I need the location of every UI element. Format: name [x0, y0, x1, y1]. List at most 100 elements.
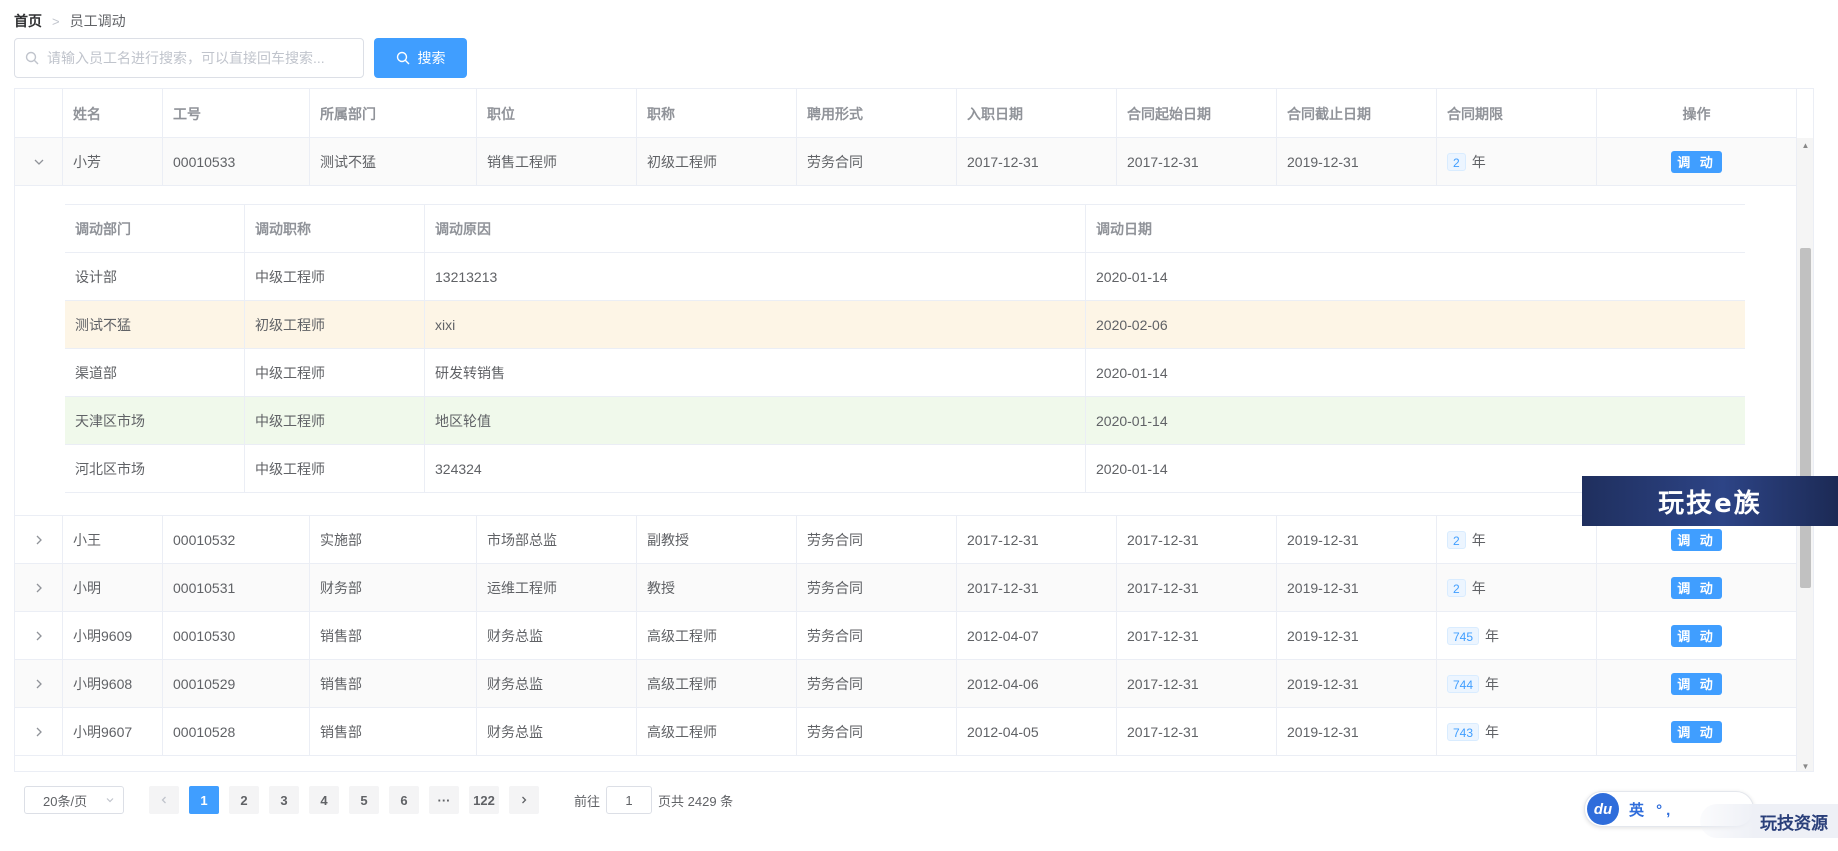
- cell-position: 财务总监: [477, 660, 637, 707]
- scrollbar-thumb[interactable]: [1800, 248, 1811, 588]
- transfer-button[interactable]: 调 动: [1671, 528, 1722, 551]
- column-header-join-date[interactable]: 入职日期: [957, 89, 1117, 138]
- transfer-button[interactable]: 调 动: [1671, 720, 1722, 743]
- page-button[interactable]: 6: [389, 786, 419, 814]
- term-tag: 2: [1447, 578, 1466, 597]
- cell-name: 小明9608: [63, 660, 163, 707]
- transfer-history-table: 调动部门 调动职称 调动原因 调动日期 设计部 中级工程师 13213213 2020…: [65, 204, 1745, 493]
- column-header-dept[interactable]: 所属部门: [310, 89, 477, 138]
- pagination: 20条/页 123456 ··· 122 前往 页 共 2429 条: [24, 786, 733, 814]
- table-header: 姓名 工号 所属部门 职位 职称 聘用形式 入职日期 合同起始日期 合同截止日期…: [15, 89, 1797, 138]
- vertical-scrollbar[interactable]: ▲ ▼: [1796, 138, 1813, 771]
- detail-header-dept: 调动部门: [65, 205, 245, 252]
- table-row: 小明9609 00010530 销售部 财务总监 高级工程师 劳务合同 2012-04-07…: [15, 612, 1797, 660]
- column-header-contract-term[interactable]: 合同期限: [1437, 89, 1597, 138]
- cell-join-date: 2012-04-05: [957, 708, 1117, 755]
- cell-dept: 销售部: [310, 660, 477, 707]
- cell-name: 小王: [63, 516, 163, 563]
- expand-chevron-icon[interactable]: [15, 708, 63, 755]
- expand-chevron-icon[interactable]: [15, 660, 63, 707]
- column-header-contract-end[interactable]: 合同截止日期: [1277, 89, 1437, 138]
- more-pages-button[interactable]: ···: [429, 786, 459, 814]
- detail-cell-dept: 河北区市场: [65, 445, 245, 492]
- transfer-history-header: 调动部门 调动职称 调动原因 调动日期: [65, 205, 1745, 253]
- chevron-down-icon: [106, 798, 114, 803]
- detail-cell-date: 2020-01-14: [1096, 412, 1168, 429]
- detail-cell-title: 中级工程师: [245, 397, 425, 444]
- cell-contract-start: 2017-12-31: [1117, 708, 1277, 755]
- expand-chevron-icon[interactable]: [15, 564, 63, 611]
- prev-page-button[interactable]: [149, 786, 179, 814]
- transfer-button[interactable]: 调 动: [1671, 150, 1722, 173]
- transfer-history-row: 河北区市场 中级工程师 324324 2020-01-14: [65, 445, 1745, 493]
- table-body: 小芳 00010533 测试不猛 销售工程师 初级工程师 劳务合同 2017-1…: [15, 138, 1797, 771]
- search-icon: [25, 51, 39, 65]
- cell-id: 00010530: [163, 612, 310, 659]
- cell-employ: 劳务合同: [797, 708, 957, 755]
- watermark-bottom: 玩技资源: [1700, 804, 1838, 838]
- cell-title: 高级工程师: [637, 708, 797, 755]
- cell-dept: 销售部: [310, 708, 477, 755]
- term-tag: 2: [1447, 530, 1466, 549]
- detail-cell-reason: 研发转销售: [425, 349, 1086, 396]
- page-button[interactable]: 1: [189, 786, 219, 814]
- cell-contract-start: 2017-12-31: [1117, 564, 1277, 611]
- ime-logo-icon: du: [1587, 793, 1619, 825]
- search-box[interactable]: [14, 38, 364, 78]
- next-page-button[interactable]: [509, 786, 539, 814]
- cell-contract-end: 2019-12-31: [1277, 708, 1437, 755]
- detail-cell-reason: 13213213: [425, 253, 1086, 300]
- transfer-history-row: 测试不猛 初级工程师 xixi 2020-02-06: [65, 301, 1745, 349]
- cell-actions: 调 动: [1597, 138, 1797, 185]
- transfer-history-row: 渠道部 中级工程师 研发转销售 2020-01-14: [65, 349, 1745, 397]
- cell-contract-start: 2017-12-31: [1117, 516, 1277, 563]
- detail-cell-dept: 渠道部: [65, 349, 245, 396]
- column-header-title[interactable]: 职称: [637, 89, 797, 138]
- breadcrumb-home[interactable]: 首页: [14, 11, 42, 31]
- cell-id: 00010532: [163, 516, 310, 563]
- transfer-button[interactable]: 调 动: [1671, 672, 1722, 695]
- cell-actions: 调 动: [1597, 660, 1797, 707]
- table-row: 小明 00010531 财务部 运维工程师 教授 劳务合同 2017-12-31 2017-1…: [15, 564, 1797, 612]
- column-header-name[interactable]: 姓名: [63, 89, 163, 138]
- cell-join-date: 2017-12-31: [957, 516, 1117, 563]
- page-button[interactable]: 4: [309, 786, 339, 814]
- cell-position: 运维工程师: [477, 564, 637, 611]
- expand-chevron-icon[interactable]: [15, 612, 63, 659]
- transfer-history-row: 设计部 中级工程师 13213213 2020-01-14: [65, 253, 1745, 301]
- expand-chevron-icon[interactable]: [15, 516, 63, 563]
- scroll-down-arrow-icon[interactable]: ▼: [1797, 759, 1813, 771]
- column-header-employ[interactable]: 聘用形式: [797, 89, 957, 138]
- detail-cell-title: 中级工程师: [245, 253, 425, 300]
- search-button[interactable]: 搜索: [374, 38, 467, 78]
- cell-contract-end: 2019-12-31: [1277, 138, 1437, 185]
- page-button[interactable]: 122: [469, 786, 499, 814]
- detail-cell-dept: 设计部: [65, 253, 245, 300]
- expand-column-header: [15, 89, 63, 138]
- column-header-id[interactable]: 工号: [163, 89, 310, 138]
- transfer-button[interactable]: 调 动: [1671, 624, 1722, 647]
- search-input[interactable]: [47, 50, 347, 66]
- cell-name: 小明9607: [63, 708, 163, 755]
- cell-contract-term: 2 年: [1437, 138, 1597, 185]
- cell-join-date: 2017-12-31: [957, 564, 1117, 611]
- column-header-position[interactable]: 职位: [477, 89, 637, 138]
- detail-header-reason: 调动原因: [425, 205, 1086, 252]
- transfer-button[interactable]: 调 动: [1671, 576, 1722, 599]
- column-header-contract-start[interactable]: 合同起始日期: [1117, 89, 1277, 138]
- transfer-history-row: 天津区市场 中级工程师 地区轮值 2020-01-14: [65, 397, 1745, 445]
- page-button[interactable]: 5: [349, 786, 379, 814]
- collapse-chevron-icon[interactable]: [15, 138, 63, 185]
- goto-page-input[interactable]: [606, 786, 653, 814]
- term-unit: 年: [1471, 153, 1486, 170]
- detail-cell-title: 中级工程师: [245, 349, 425, 396]
- table-row: 小明9607 00010528 销售部 财务总监 高级工程师 劳务合同 2012-04-05…: [15, 708, 1797, 756]
- page-button[interactable]: 3: [269, 786, 299, 814]
- page-size-select[interactable]: 20条/页: [24, 786, 124, 814]
- detail-cell-reason: xixi: [425, 301, 1086, 348]
- breadcrumb: 首页 > 员工调动: [14, 11, 126, 31]
- scroll-up-arrow-icon[interactable]: ▲: [1797, 138, 1813, 152]
- page-button[interactable]: 2: [229, 786, 259, 814]
- cell-id: 00010528: [163, 708, 310, 755]
- detail-cell-date: 2020-02-06: [1096, 316, 1168, 333]
